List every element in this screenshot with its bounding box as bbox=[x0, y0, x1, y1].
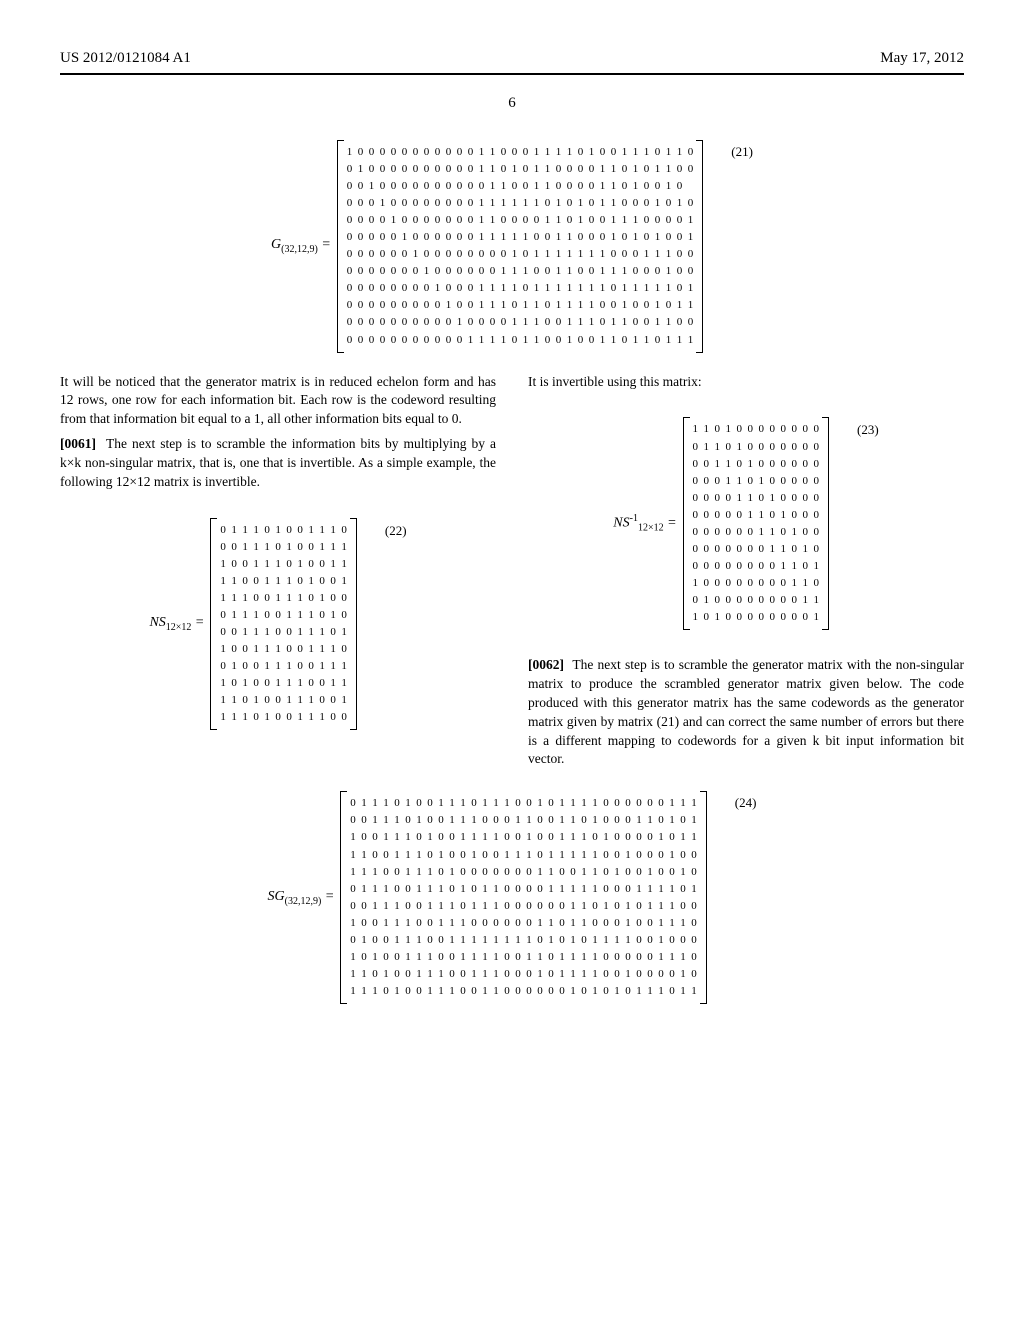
page-header: US 2012/0121084 A1 May 17, 2012 bbox=[60, 50, 964, 67]
right-column: It is invertible using this matrix: NS-1… bbox=[528, 373, 964, 776]
eq-num-22: (22) bbox=[385, 518, 407, 540]
header-rule bbox=[60, 73, 964, 75]
para-invertible: It is invertible using this matrix: bbox=[528, 373, 964, 392]
patent-page: US 2012/0121084 A1 May 17, 2012 6 G(32,1… bbox=[0, 0, 1024, 1064]
matrix21-label: G(32,12,9) = bbox=[271, 237, 331, 255]
matrix22-label: NS12×12 = bbox=[149, 613, 204, 635]
matrix21: 1 0 0 0 0 0 0 0 0 0 0 0 1 1 0 0 0 1 1 1 … bbox=[337, 140, 704, 353]
matrix23: 1 1 0 1 0 0 0 0 0 0 0 0 0 1 1 0 1 0 0 0 … bbox=[683, 417, 830, 630]
para-num-0061: [0061] bbox=[60, 436, 96, 451]
eq-num-21: (21) bbox=[731, 140, 753, 160]
publication-date: May 17, 2012 bbox=[880, 50, 964, 67]
left-column: It will be noticed that the generator ma… bbox=[60, 373, 496, 776]
two-column-body: It will be noticed that the generator ma… bbox=[60, 373, 964, 776]
para-num-0062: [0062] bbox=[528, 657, 564, 672]
equation-24: SG(32,12,9) = 0 1 1 1 0 1 0 0 1 1 1 0 1 … bbox=[60, 791, 964, 1004]
matrix22: 0 1 1 1 0 1 0 0 1 1 1 0 0 0 1 1 1 0 1 0 … bbox=[210, 518, 357, 731]
page-number: 6 bbox=[60, 95, 964, 112]
publication-number: US 2012/0121084 A1 bbox=[60, 50, 191, 67]
equation-23: NS-112×12 = 1 1 0 1 0 0 0 0 0 0 0 0 0 1 … bbox=[528, 417, 964, 630]
matrix24: 0 1 1 1 0 1 0 0 1 1 1 0 1 1 1 0 0 1 0 1 … bbox=[340, 791, 707, 1004]
equation-21: G(32,12,9) = 1 0 0 0 0 0 0 0 0 0 0 0 1 1… bbox=[60, 140, 964, 353]
matrix24-label: SG(32,12,9) = bbox=[268, 889, 335, 907]
para-0062: [0062] The next step is to scramble the … bbox=[528, 656, 964, 769]
matrix23-label: NS-112×12 = bbox=[613, 512, 676, 535]
eq-num-23: (23) bbox=[857, 417, 879, 439]
para-generator-desc: It will be noticed that the generator ma… bbox=[60, 373, 496, 430]
eq-num-24: (24) bbox=[735, 791, 757, 811]
para-0061: [0061] The next step is to scramble the … bbox=[60, 435, 496, 492]
equation-22: NS12×12 = 0 1 1 1 0 1 0 0 1 1 1 0 0 0 1 … bbox=[60, 518, 496, 731]
